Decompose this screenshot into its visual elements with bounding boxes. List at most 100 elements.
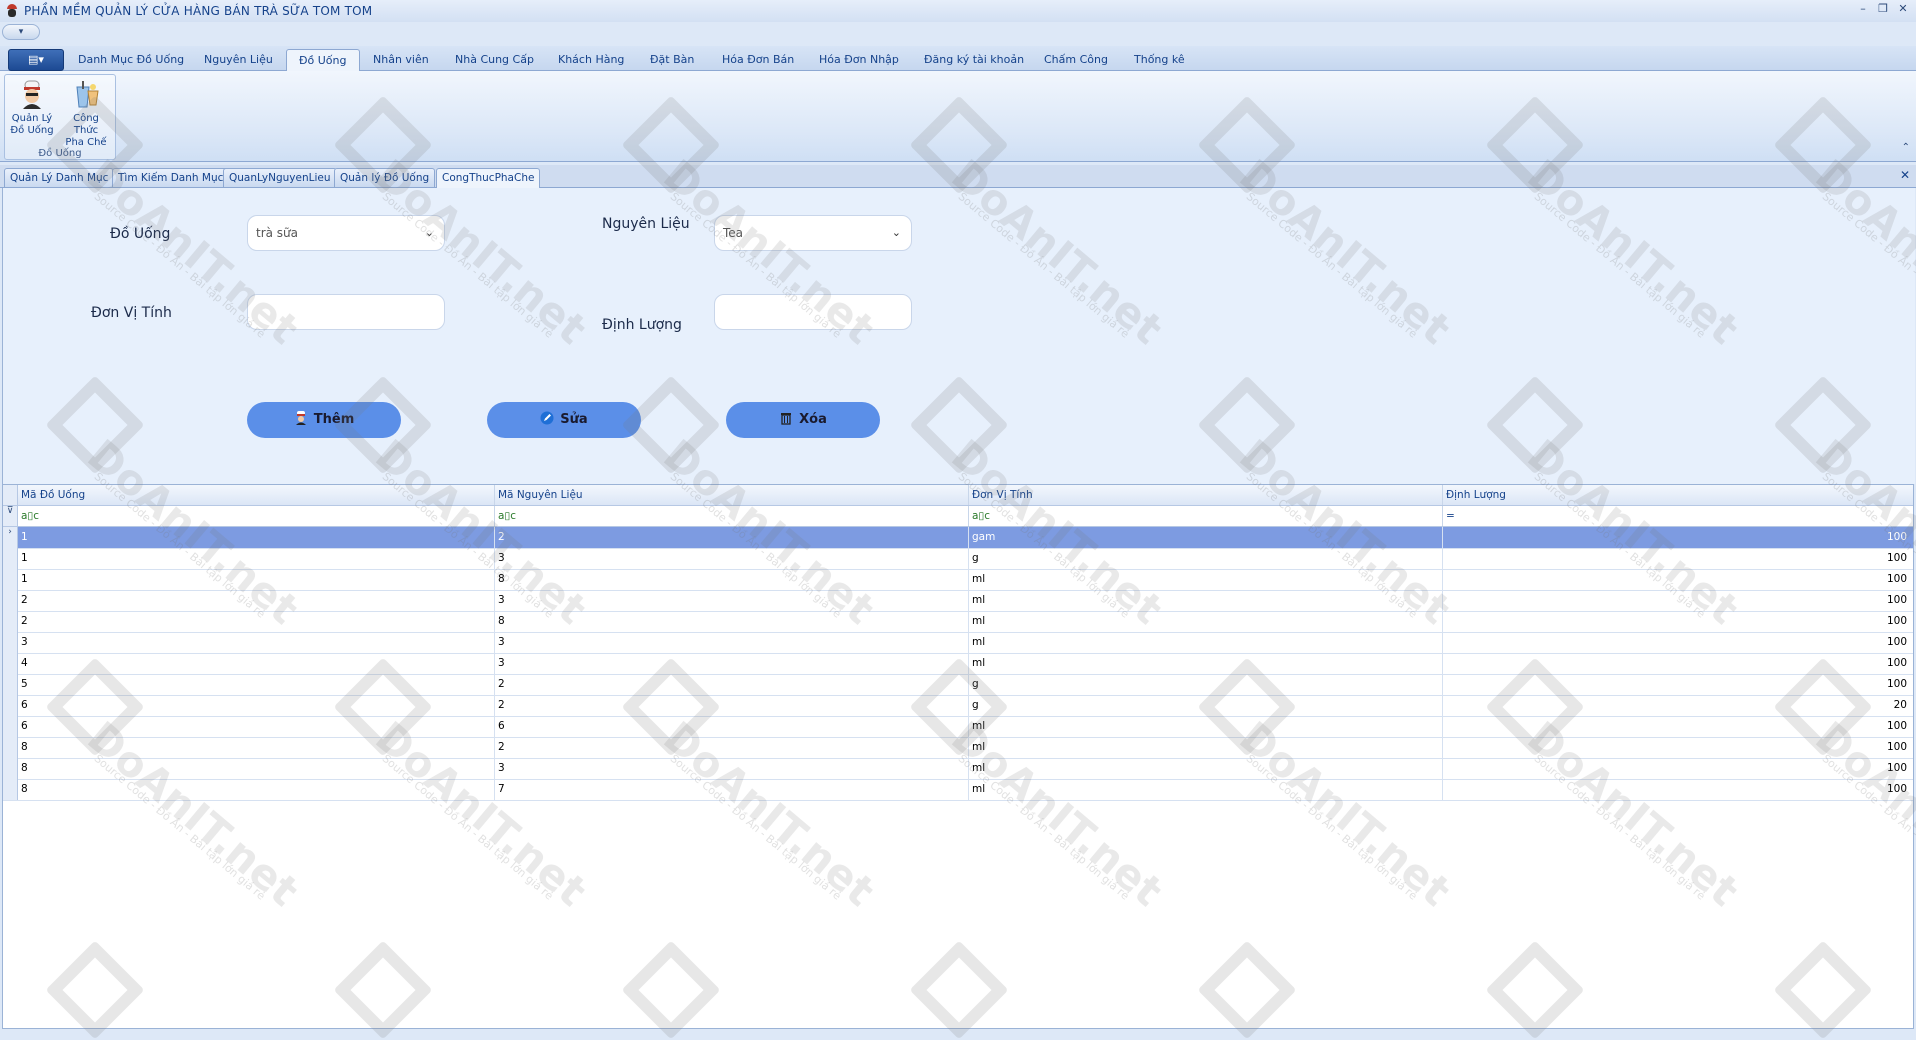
table-cell[interactable]: 6 (18, 716, 495, 737)
doc-tab-quan-ly-do-uong[interactable]: Quản lý Đồ Uống (334, 168, 436, 187)
tab-do-uong[interactable]: Đồ Uống (286, 49, 360, 71)
column-header-dinh-luong[interactable]: Định Lượng (1443, 485, 1913, 505)
table-cell[interactable]: ml (969, 653, 1443, 674)
do-uong-select[interactable]: trà sữa ⌄ (247, 215, 445, 251)
table-cell[interactable]: 100 (1443, 548, 1913, 569)
row-indicator[interactable] (3, 737, 18, 758)
row-indicator[interactable] (3, 695, 18, 716)
recipe-grid[interactable]: Mã Đồ Uống Mã Nguyên Liệu Đơn Vị Tính Đị… (2, 484, 1914, 1029)
table-cell[interactable]: 100 (1443, 779, 1913, 800)
table-row[interactable]: 2 3 ml 100 (3, 590, 1913, 612)
table-cell[interactable]: ml (969, 716, 1443, 737)
table-cell[interactable]: 3 (495, 590, 969, 611)
close-document-icon[interactable]: ✕ (1900, 168, 1910, 182)
row-indicator[interactable] (3, 758, 18, 779)
table-cell[interactable]: 8 (18, 737, 495, 758)
tab-dang-ky-tai-khoan[interactable]: Đăng ký tài khoản (924, 49, 1024, 70)
table-cell[interactable]: ml (969, 737, 1443, 758)
table-cell[interactable]: 2 (495, 674, 969, 695)
tab-hoa-don-nhap[interactable]: Hóa Đơn Nhập (819, 49, 899, 70)
filter-don-vi-tinh[interactable]: a▯c (969, 506, 1443, 526)
filter-dinh-luong[interactable]: = (1443, 506, 1913, 526)
tab-danh-muc-do-uong[interactable]: Danh Mục Đồ Uống (78, 49, 184, 70)
table-cell[interactable]: 6 (18, 695, 495, 716)
table-cell[interactable]: 100 (1443, 674, 1913, 695)
tab-khach-hang[interactable]: Khách Hàng (558, 49, 624, 70)
row-indicator[interactable] (3, 548, 18, 569)
row-indicator[interactable] (3, 611, 18, 632)
table-cell[interactable]: ml (969, 569, 1443, 590)
doc-tab-tim-kiem-danh-muc[interactable]: Tìm Kiếm Danh Mục (112, 168, 230, 187)
table-cell[interactable]: 100 (1443, 716, 1913, 737)
table-cell[interactable]: 3 (495, 758, 969, 779)
table-row[interactable]: 8 7 ml 100 (3, 779, 1913, 801)
table-cell[interactable]: 8 (18, 779, 495, 800)
table-cell[interactable]: 8 (495, 569, 969, 590)
row-indicator[interactable] (3, 653, 18, 674)
column-header-ma-do-uong[interactable]: Mã Đồ Uống (18, 485, 495, 505)
table-cell[interactable]: 2 (18, 590, 495, 611)
table-cell[interactable]: ml (969, 590, 1443, 611)
table-cell[interactable]: 100 (1443, 653, 1913, 674)
minimize-button[interactable]: – (1856, 2, 1870, 15)
xoa-button[interactable]: Xóa (726, 402, 880, 438)
table-row[interactable]: 2 8 ml 100 (3, 611, 1913, 633)
tab-thong-ke[interactable]: Thống kê (1134, 49, 1185, 70)
close-window-button[interactable]: ✕ (1896, 2, 1910, 15)
table-cell[interactable]: 100 (1443, 611, 1913, 632)
row-indicator[interactable] (3, 569, 18, 590)
table-cell[interactable]: 5 (18, 674, 495, 695)
table-cell[interactable]: 2 (18, 611, 495, 632)
doc-tab-cong-thuc-pha-che[interactable]: CongThucPhaChe (436, 168, 541, 188)
table-cell[interactable]: 4 (18, 653, 495, 674)
table-row[interactable]: 6 6 ml 100 (3, 716, 1913, 738)
column-header-ma-nguyen-lieu[interactable]: Mã Nguyên Liệu (495, 485, 969, 505)
table-cell[interactable]: 3 (495, 632, 969, 653)
quick-access-toolbar-button[interactable]: ▾ (2, 24, 40, 40)
table-cell[interactable]: g (969, 674, 1443, 695)
table-row[interactable]: 6 2 g 20 (3, 695, 1913, 717)
table-cell[interactable]: gam (969, 527, 1443, 548)
row-indicator[interactable] (3, 674, 18, 695)
filter-ma-do-uong[interactable]: a▯c (18, 506, 495, 526)
table-row[interactable]: 8 2 ml 100 (3, 737, 1913, 759)
table-cell[interactable]: ml (969, 758, 1443, 779)
quan-ly-do-uong-button[interactable]: Quản Lý Đồ Uống (7, 79, 57, 143)
application-menu-button[interactable]: ▤▾ (8, 49, 64, 71)
sua-button[interactable]: Sửa (487, 402, 641, 438)
table-cell[interactable]: 100 (1443, 632, 1913, 653)
table-cell[interactable]: 7 (495, 779, 969, 800)
tab-hoa-don-ban[interactable]: Hóa Đơn Bán (722, 49, 794, 70)
doc-tab-quan-ly-danh-muc[interactable]: Quản Lý Danh Mục (4, 168, 115, 187)
row-indicator[interactable] (3, 632, 18, 653)
table-cell[interactable]: 100 (1443, 527, 1913, 548)
table-cell[interactable]: 1 (18, 548, 495, 569)
nguyen-lieu-select[interactable]: Tea ⌄ (714, 215, 912, 251)
table-cell[interactable]: 3 (495, 548, 969, 569)
table-row[interactable]: 1 8 ml 100 (3, 569, 1913, 591)
table-cell[interactable]: 8 (18, 758, 495, 779)
column-header-don-vi-tinh[interactable]: Đơn Vị Tính (969, 485, 1443, 505)
table-cell[interactable]: g (969, 695, 1443, 716)
table-cell[interactable]: 100 (1443, 758, 1913, 779)
table-row[interactable]: 3 3 ml 100 (3, 632, 1913, 654)
tab-cham-cong[interactable]: Chấm Công (1044, 49, 1108, 70)
table-cell[interactable]: 3 (495, 653, 969, 674)
table-cell[interactable]: 1 (18, 527, 495, 548)
table-cell[interactable]: 2 (495, 737, 969, 758)
table-row[interactable]: 8 3 ml 100 (3, 758, 1913, 780)
table-cell[interactable]: 100 (1443, 569, 1913, 590)
row-indicator[interactable] (3, 590, 18, 611)
table-cell[interactable]: 2 (495, 695, 969, 716)
table-cell[interactable]: 20 (1443, 695, 1913, 716)
table-cell[interactable]: ml (969, 611, 1443, 632)
row-indicator[interactable] (3, 716, 18, 737)
table-cell[interactable]: ml (969, 779, 1443, 800)
tab-nguyen-lieu[interactable]: Nguyên Liệu (204, 49, 273, 70)
table-cell[interactable]: 2 (495, 527, 969, 548)
table-row[interactable]: 4 3 ml 100 (3, 653, 1913, 675)
doc-tab-quan-ly-nguyen-lieu[interactable]: QuanLyNguyenLieu (223, 168, 337, 187)
filter-ma-nguyen-lieu[interactable]: a▯c (495, 506, 969, 526)
table-cell[interactable]: 8 (495, 611, 969, 632)
row-indicator[interactable] (3, 779, 18, 800)
